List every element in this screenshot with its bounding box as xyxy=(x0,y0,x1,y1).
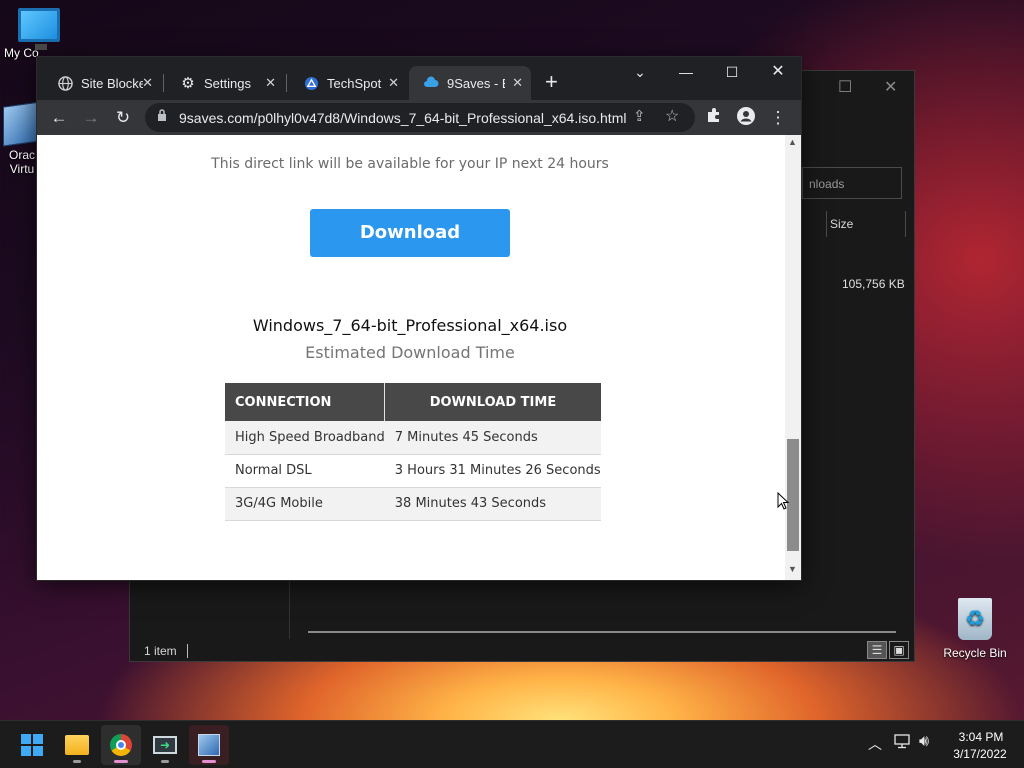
gear-icon: ⚙ xyxy=(181,75,195,92)
profile-avatar-icon[interactable] xyxy=(734,106,758,130)
tab-strip: Site Blocke ✕ ⚙ Settings ✕ TechSpot | ✕ … xyxy=(37,57,801,100)
horizontal-scrollbar[interactable] xyxy=(308,631,896,633)
new-tab-button[interactable]: + xyxy=(545,69,558,95)
tiles-view-button[interactable]: ▣ xyxy=(889,641,909,659)
column-divider[interactable] xyxy=(905,211,906,237)
virtualbox-icon xyxy=(198,734,220,756)
table-cell-time: 38 Minutes 43 Seconds xyxy=(384,487,601,521)
taskbar-chrome[interactable] xyxy=(101,725,141,765)
file-size-value: 105,756 KB xyxy=(842,277,905,291)
extensions-puzzle-icon[interactable] xyxy=(702,106,726,130)
tab-title: TechSpot | xyxy=(327,75,383,91)
scroll-up-arrow-icon[interactable]: ▲ xyxy=(788,137,797,147)
status-divider xyxy=(187,644,188,658)
maximize-icon[interactable]: ☐ xyxy=(838,77,852,97)
close-tab-icon[interactable]: ✕ xyxy=(512,75,523,91)
column-divider[interactable] xyxy=(826,211,827,237)
tab-techspot[interactable]: TechSpot | ✕ xyxy=(289,66,407,100)
cloud-icon xyxy=(423,75,439,91)
table-cell-connection: High Speed Broadband xyxy=(225,421,385,455)
page-content: This direct link will be available for y… xyxy=(37,135,801,580)
monitor-icon xyxy=(18,8,60,50)
desktop-icon-recycle-bin[interactable]: ♻ Recycle Bin xyxy=(940,598,1010,660)
forward-button[interactable]: → xyxy=(79,106,103,130)
browser-window[interactable]: Site Blocke ✕ ⚙ Settings ✕ TechSpot | ✕ … xyxy=(37,57,801,580)
clock-date[interactable]: 3/17/2022 xyxy=(948,747,1012,761)
start-button[interactable] xyxy=(12,725,52,765)
running-indicator xyxy=(73,760,81,763)
table-header-row: CONNECTION DOWNLOAD TIME xyxy=(225,383,601,421)
share-icon[interactable]: ⇪ xyxy=(633,107,646,125)
close-tab-icon[interactable]: ✕ xyxy=(142,75,153,91)
active-indicator xyxy=(202,760,216,763)
browser-toolbar: ← → ↻ 9saves.com/p0lhyl0v47d8/Windows_7_… xyxy=(37,100,801,135)
globe-icon xyxy=(57,75,73,91)
tab-title: Settings xyxy=(204,75,251,91)
tab-separator xyxy=(286,74,287,92)
file-name-heading: Windows_7_64-bit_Professional_x64.iso xyxy=(252,316,568,335)
recycle-bin-icon: ♻ xyxy=(958,598,992,640)
tab-site-blocker[interactable]: Site Blocke ✕ xyxy=(43,66,161,100)
tab-9saves[interactable]: 9Saves - E ✕ xyxy=(409,66,531,100)
virtualbox-icon xyxy=(3,101,41,147)
mouse-pointer-icon xyxy=(777,492,789,510)
kebab-menu-icon[interactable]: ⋮ xyxy=(766,106,790,130)
availability-note: This direct link will be available for y… xyxy=(211,156,609,172)
taskbar-file-explorer[interactable] xyxy=(57,725,97,765)
taskbar: ➜ ︿ 🔊︎ 3:04 PM 3/17/2022 xyxy=(0,720,1024,768)
column-header-connection: CONNECTION xyxy=(225,383,386,421)
table-cell-connection: Normal DSL xyxy=(225,454,385,488)
status-item-count: 1 item xyxy=(144,644,177,658)
url-text[interactable]: 9saves.com/p0lhyl0v47d8/Windows_7_64-bit… xyxy=(179,110,626,126)
address-bar[interactable]: 9saves.com/p0lhyl0v47d8/Windows_7_64-bit… xyxy=(145,103,695,132)
vertical-scrollbar[interactable]: ▲ ▼ xyxy=(785,135,801,580)
reload-button[interactable]: ↻ xyxy=(111,106,135,130)
table-cell-connection: 3G/4G Mobile xyxy=(225,487,385,521)
maximize-icon[interactable]: ☐ xyxy=(709,61,755,83)
running-indicator xyxy=(161,760,169,763)
close-tab-icon[interactable]: ✕ xyxy=(388,75,399,91)
remote-desktop-icon: ➜ xyxy=(153,736,177,754)
desktop-icon-my-computer[interactable]: My Co xyxy=(4,8,74,60)
details-view-button[interactable]: ☰ xyxy=(867,641,887,659)
volume-icon[interactable]: 🔊︎ xyxy=(919,733,929,751)
clock-time[interactable]: 3:04 PM xyxy=(955,730,1007,744)
download-time-table: CONNECTION DOWNLOAD TIME High Speed Broa… xyxy=(225,383,601,521)
active-indicator xyxy=(114,760,128,763)
close-icon[interactable]: ✕ xyxy=(755,61,801,83)
column-header-size[interactable]: Size xyxy=(830,217,853,231)
lock-icon[interactable] xyxy=(157,109,167,125)
windows-logo-icon xyxy=(21,734,43,756)
table-row: 3G/4G Mobile 38 Minutes 43 Seconds xyxy=(225,487,601,521)
tab-title: 9Saves - E xyxy=(447,75,505,91)
tab-title: Site Blocke xyxy=(81,75,143,91)
tab-settings[interactable]: ⚙ Settings ✕ xyxy=(166,66,284,100)
table-cell-time: 7 Minutes 45 Seconds xyxy=(384,421,601,455)
network-icon[interactable] xyxy=(894,734,910,753)
tab-search-chevron-icon[interactable]: ⌄ xyxy=(617,61,663,83)
show-hidden-icons-chevron-icon[interactable]: ︿ xyxy=(868,734,882,754)
download-button[interactable]: Download xyxy=(310,209,510,257)
bookmark-star-icon[interactable]: ☆ xyxy=(665,106,679,126)
search-input[interactable]: nloads xyxy=(802,167,902,199)
table-row: High Speed Broadband 7 Minutes 45 Second… xyxy=(225,421,601,455)
minimize-icon[interactable]: — xyxy=(663,61,709,83)
estimate-heading: Estimated Download Time xyxy=(305,343,515,362)
tab-separator xyxy=(163,74,164,92)
back-button[interactable]: ← xyxy=(47,106,71,130)
chrome-icon xyxy=(110,734,132,756)
close-tab-icon[interactable]: ✕ xyxy=(265,75,276,91)
folder-icon xyxy=(65,735,89,755)
close-icon[interactable]: ✕ xyxy=(884,77,897,97)
scroll-down-arrow-icon[interactable]: ▼ xyxy=(788,564,797,574)
desktop-icon-label: Orac Virtu xyxy=(8,148,35,176)
column-header-download-time: DOWNLOAD TIME xyxy=(384,383,601,421)
taskbar-virtualbox[interactable] xyxy=(189,725,229,765)
table-row: Normal DSL 3 Hours 31 Minutes 26 Seconds xyxy=(225,454,601,488)
table-cell-time: 3 Hours 31 Minutes 26 Seconds xyxy=(384,454,601,488)
desktop-icon-label: Recycle Bin xyxy=(943,646,1007,660)
taskbar-remote-app[interactable]: ➜ xyxy=(145,725,185,765)
techspot-icon xyxy=(303,75,319,91)
desktop-icon-virtualbox[interactable]: Orac Virtu xyxy=(2,101,42,176)
